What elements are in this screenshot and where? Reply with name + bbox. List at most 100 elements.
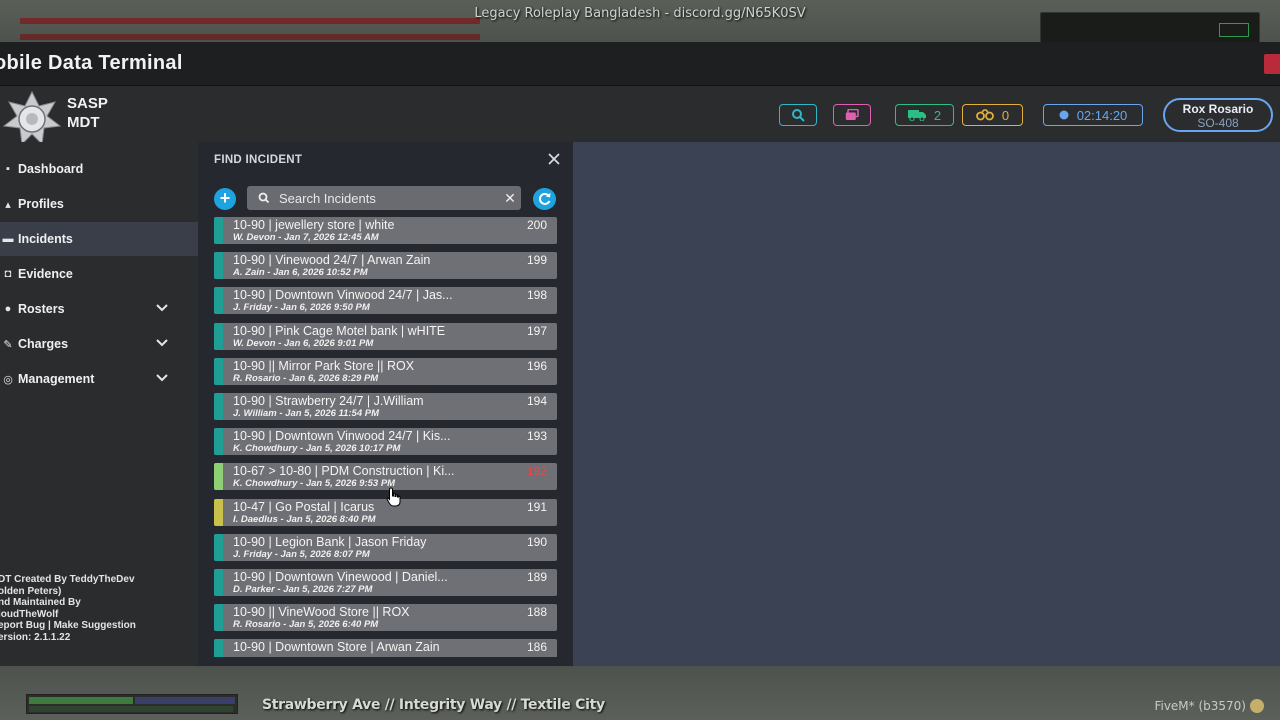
credit-line: loudTheWolf [0,608,59,620]
sidebar-item-incidents[interactable]: ▬ Incidents [0,222,198,256]
incident-id: 186 [526,640,547,655]
brand-line-1: SASP [67,95,108,112]
sidebar-item-label: Evidence [18,267,73,281]
incident-title: 10-90 || VineWood Store || ROX [233,605,410,620]
chevron-down-icon [156,304,168,312]
incident-row[interactable]: 10-90 | Downtown Vinewood | Daniel... D. … [214,569,557,596]
incident-meta: I. Daedlus - Jan 5, 2026 8:40 PM [233,513,376,525]
brand-title: SASP MDT [67,94,108,132]
incident-status-stripe [214,533,223,561]
incident-row[interactable]: 10-90 | Downtown Vinwood 24/7 | Kis... K.… [214,428,557,456]
incident-meta: W. Devon - Jan 7, 2026 12:45 AM [233,232,379,243]
sidebar-item-label: Incidents [18,232,73,246]
cards-button[interactable] [833,104,871,126]
incident-title: 10-90 | Legion Bank | Jason Friday [233,534,427,549]
cards-icon [845,109,859,120]
incident-title: 10-90 | jewellery store | white [233,218,395,232]
incident-status-stripe [214,217,223,244]
incident-status-stripe [214,357,223,385]
users-icon: ▴ [5,198,11,211]
sidebar-item-label: Dashboard [18,162,84,176]
incident-title: 10-90 | Downtown Vinwood 24/7 | Jas... [233,288,453,303]
incident-row[interactable]: 10-90 | Vinewood 24/7 | Arwan Zain A. Zai… [214,252,557,280]
stamina-bar [29,706,233,712]
sidebar-item-label: Charges [18,337,69,351]
incident-row[interactable]: 10-90 | jewellery store | white W. Devon … [214,217,557,244]
sidebar-item-dashboard[interactable]: ▪ Dashboard [0,152,198,186]
incident-status-stripe [214,463,223,491]
incident-status-stripe [214,604,223,632]
search-input[interactable] [279,190,499,206]
mdt-header: SASP MDT 2 0 02:14:20 Rox Rosario SO-408 [0,86,1280,146]
search-button[interactable] [779,104,817,126]
sidebar-item-profiles[interactable]: ▴ Profiles [0,187,198,221]
sidebar-item-rosters[interactable]: ● Rosters [0,292,198,326]
sidebar-item-label: Profiles [18,197,64,211]
street-name: Strawberry Ave // Integrity Way // Texti… [262,697,605,713]
folder-icon: ▬ [2,233,14,245]
find-incident-panel: FIND INCIDENT + ✕ 10-90 | jewellery stor… [198,142,573,666]
binoculars-counter[interactable]: 0 [962,104,1023,126]
sidebar: ▪ Dashboard ▴ Profiles ▬ Incidents ◘ Evi… [0,142,198,666]
incident-status-stripe [214,322,223,350]
hand-cursor-icon [386,487,401,507]
incident-title: 10-90 | Vinewood 24/7 | Arwan Zain [233,253,431,268]
grid-icon: ▪ [6,163,10,175]
incident-row[interactable]: 10-90 | Strawberry 24/7 | J.William J. Wi… [214,393,557,420]
incident-row[interactable]: 10-90 | Downtown Vinwood 24/7 | Jas... J.… [214,287,557,315]
credit-line: nd Maintained By [0,597,81,608]
refresh-button[interactable] [533,188,556,210]
incident-meta: R. Rosario - Jan 5, 2026 6:40 PM [233,619,379,631]
credit-line: olden Peters) [0,585,62,597]
incident-status-stripe [214,428,223,456]
chevron-down-icon [156,339,168,347]
incident-meta: J. William - Jan 5, 2026 11:54 PM [233,408,380,419]
clock-icon [1059,110,1069,120]
window-title: obile Data Terminal [0,52,183,74]
binoculars-icon [975,109,994,121]
incident-meta: K. Chowdhury - Jan 5, 2026 9:53 PM [233,478,396,490]
sidebar-item-management[interactable]: ◎ Management [0,362,198,396]
incident-title: 10-90 | Downtown Vinwood 24/7 | Kis... [233,429,451,444]
incident-title: 10-47 | Go Postal | Icarus [233,499,375,514]
close-icon[interactable] [547,152,561,166]
incident-id: 199 [526,253,547,268]
incident-status-stripe [214,287,223,315]
incident-row[interactable]: 10-90 || Mirror Park Store || ROX R. Rosa… [214,357,557,385]
evidence-icon: ◘ [4,268,12,280]
ambulance-icon [907,110,926,121]
add-incident-button[interactable]: + [214,188,236,210]
game-notification-bar [20,34,480,40]
incident-row[interactable]: 10-90 | Downtown Store | Arwan Zain 186 [214,639,557,657]
report-bug-link[interactable]: eport Bug | Make Suggestion [0,620,136,632]
panel-title: FIND INCIDENT [214,154,303,166]
sidebar-item-label: Rosters [18,302,65,316]
incident-id: 188 [526,605,547,620]
game-hud-panel [1040,12,1260,44]
incident-meta: A. Zain - Jan 6, 2026 10:52 PM [233,267,368,279]
user-profile-pill[interactable]: Rox Rosario SO-408 [1163,98,1273,132]
sidebar-item-evidence[interactable]: ◘ Evidence [0,257,198,291]
ambulance-counter[interactable]: 2 [895,104,954,126]
incident-status-stripe [214,569,223,596]
sasp-badge-icon [2,90,62,146]
incident-id: 200 [526,218,547,232]
incident-detail-area [573,142,1280,666]
incident-meta: J. Friday - Jan 6, 2026 9:50 PM [233,302,370,314]
incident-row[interactable]: 10-90 || VineWood Store || ROX R. Rosario… [214,604,557,632]
search-icon [792,109,805,122]
incident-title: 10-90 | Pink Cage Motel bank | wHITE [233,323,446,338]
sidebar-item-charges[interactable]: ✎ Charges [0,327,198,361]
incident-status-stripe [214,252,223,280]
health-bar [29,697,133,704]
sidebar-item-label: Management [18,372,95,386]
search-box: ✕ [247,186,521,210]
clear-search-icon[interactable]: ✕ [499,190,521,207]
incident-row[interactable]: 10-90 | Pink Cage Motel bank | wHITE W. D… [214,322,557,350]
window-close-button[interactable] [1264,54,1280,74]
incident-row[interactable]: 10-90 | Legion Bank | Jason Friday J. Fri… [214,533,557,561]
search-icon [258,192,270,204]
shield-icon: ● [4,303,12,315]
incident-title: 10-90 | Strawberry 24/7 | J.William [233,394,424,408]
gear-icon: ◎ [3,373,13,386]
